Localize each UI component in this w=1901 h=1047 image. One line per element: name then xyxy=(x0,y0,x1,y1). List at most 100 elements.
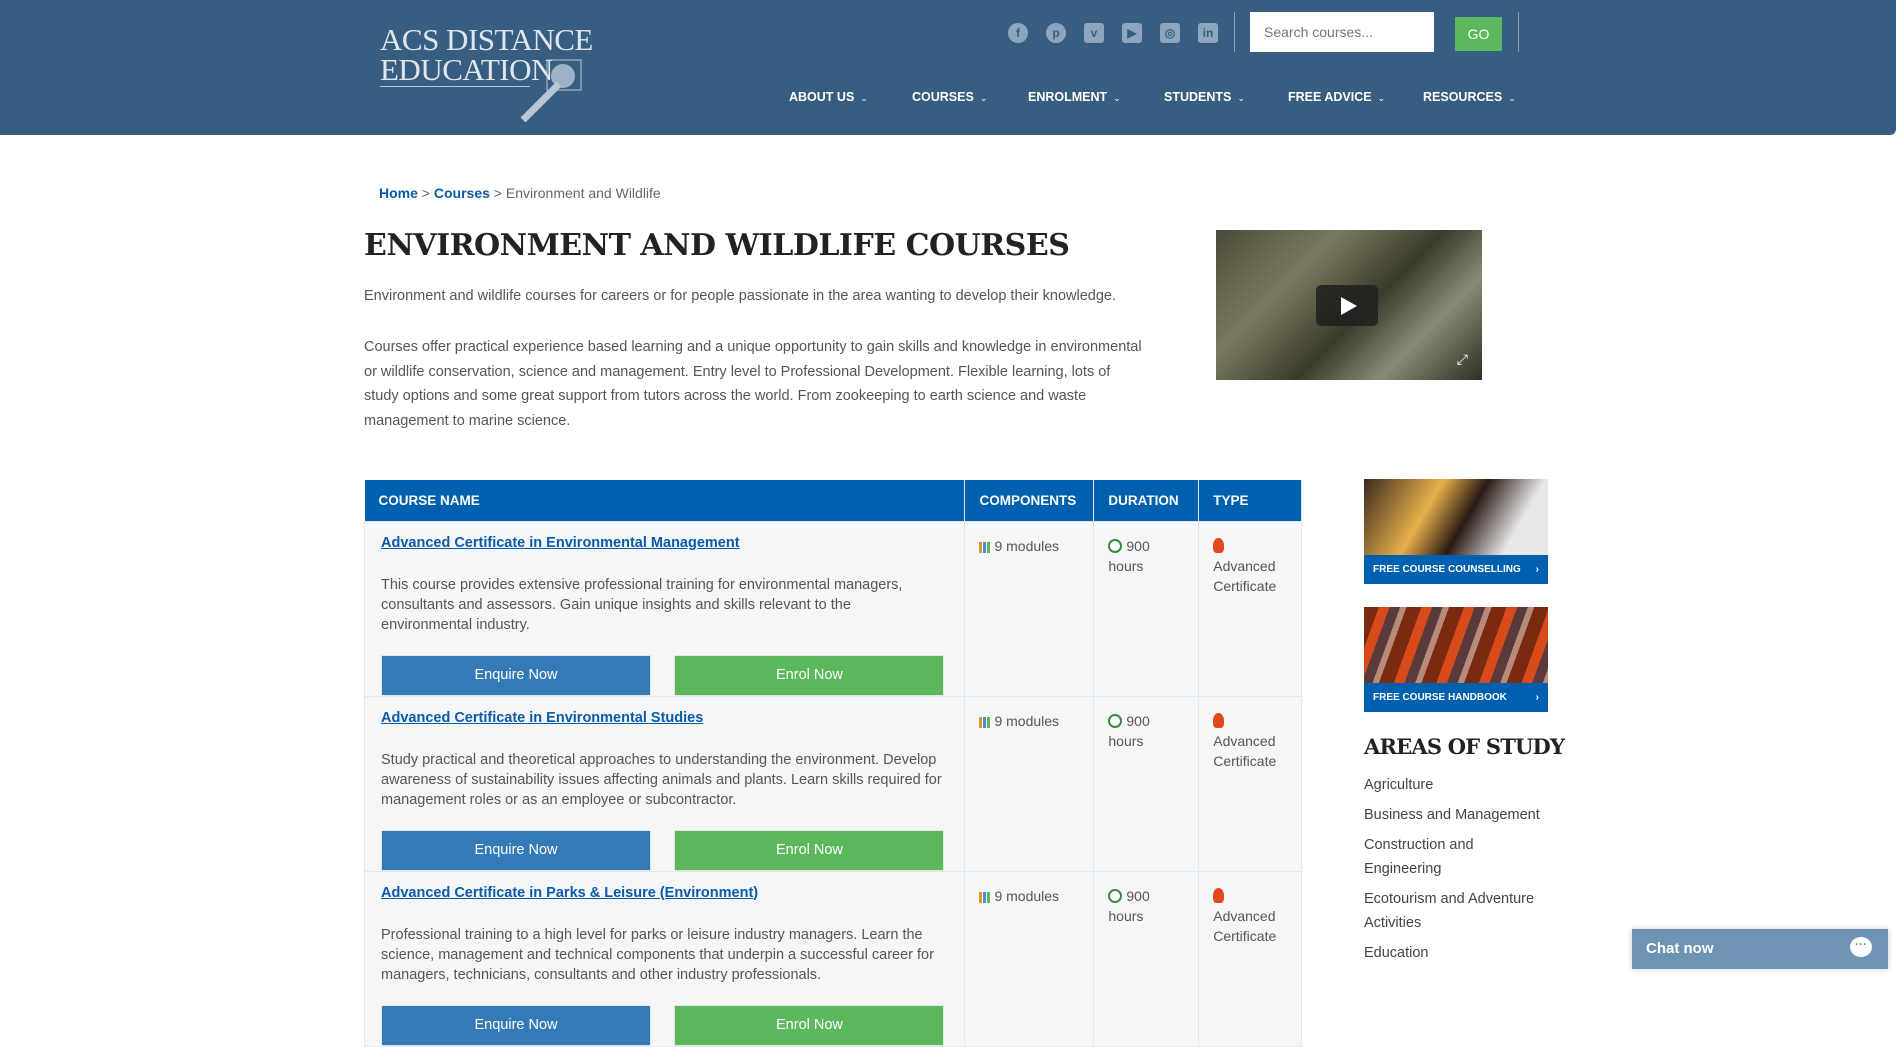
free-handbook-banner[interactable]: FREE COURSE HANDBOOK › xyxy=(1364,607,1548,712)
chat-label: Chat now xyxy=(1646,940,1714,957)
facebook-icon[interactable]: f xyxy=(1008,23,1028,43)
nav-label: STUDENTS xyxy=(1164,90,1232,104)
social-links: f p v ▶ ◎ in xyxy=(1008,23,1218,43)
nav-students[interactable]: STUDENTS ⌄ xyxy=(1164,90,1245,104)
course-cell: Advanced Certificate in Environmental Ma… xyxy=(363,520,966,697)
duration-cell: 900 hours xyxy=(1093,870,1200,1047)
components-cell: 9 modules xyxy=(964,520,1095,697)
free-counselling-banner[interactable]: FREE COURSE COUNSELLING › xyxy=(1364,479,1548,584)
type-value: Advanced Certificate xyxy=(1213,557,1277,594)
award-ribbon-icon xyxy=(1213,537,1225,553)
nav-courses[interactable]: COURSES ⌄ xyxy=(912,90,987,104)
instagram-icon[interactable]: ◎ xyxy=(1160,23,1180,43)
nav-label: RESOURCES xyxy=(1423,90,1503,104)
video-player[interactable]: ⤢ xyxy=(1216,230,1482,380)
modules-icon xyxy=(979,891,991,903)
chevron-down-icon: ⌄ xyxy=(1237,93,1245,103)
nav-label: ABOUT US xyxy=(789,90,855,104)
nav-resources[interactable]: RESOURCES ⌄ xyxy=(1423,90,1516,104)
banner-label: FREE COURSE COUNSELLING xyxy=(1373,564,1521,575)
modules-icon xyxy=(979,541,991,553)
duration-cell: 900 hours xyxy=(1093,695,1200,872)
area-link[interactable]: Construction and Engineering xyxy=(1364,833,1494,881)
search-go-button[interactable]: GO xyxy=(1455,17,1502,51)
body-text: Courses offer practical experience based… xyxy=(364,339,1142,429)
breadcrumb-home[interactable]: Home xyxy=(379,185,418,201)
type-cell: Advanced Certificate xyxy=(1198,520,1302,697)
col-components: COMPONENTS xyxy=(964,480,1095,521)
chevron-down-icon: ⌄ xyxy=(979,93,988,103)
nav-label: COURSES xyxy=(912,90,974,104)
area-link[interactable]: Education xyxy=(1364,941,1554,965)
nav-about-us[interactable]: ABOUT US ⌄ xyxy=(789,90,868,104)
clock-icon xyxy=(1108,888,1123,903)
nav-free-advice[interactable]: FREE ADVICE ⌄ xyxy=(1288,90,1385,104)
enquire-now-button[interactable]: Enquire Now xyxy=(381,654,651,696)
nav-label: FREE ADVICE xyxy=(1288,90,1372,104)
pinterest-icon[interactable]: p xyxy=(1046,23,1066,43)
vimeo-icon[interactable]: v xyxy=(1084,23,1104,43)
clock-icon xyxy=(1108,538,1123,553)
course-description: This course provides extensive professio… xyxy=(381,576,903,633)
areas-of-study-heading: AREAS OF STUDY xyxy=(1364,734,1565,759)
logo-rule xyxy=(380,86,530,87)
enrol-now-button[interactable]: Enrol Now xyxy=(674,654,945,696)
chevron-down-icon: ⌄ xyxy=(860,93,868,103)
type-value: Advanced Certificate xyxy=(1213,907,1277,944)
modules-icon xyxy=(979,716,991,728)
site-logo[interactable]: ACS DISTANCE EDUCATION xyxy=(380,22,600,122)
components-value: 9 modules xyxy=(994,887,1060,904)
chat-widget[interactable]: Chat now ··· xyxy=(1632,929,1888,969)
chevron-right-icon: › xyxy=(1535,692,1539,703)
nav-label: ENROLMENT xyxy=(1028,90,1108,104)
components-cell: 9 modules xyxy=(964,695,1095,872)
breadcrumb-separator: > xyxy=(421,185,430,201)
areas-of-study-list: Agriculture Business and Management Cons… xyxy=(1364,773,1554,971)
linkedin-icon[interactable]: in xyxy=(1198,23,1218,43)
breadcrumb-current: Environment and Wildlife xyxy=(505,185,661,201)
nav-enrolment[interactable]: ENROLMENT ⌄ xyxy=(1028,90,1121,104)
divider xyxy=(1518,12,1519,52)
enquire-now-button[interactable]: Enquire Now xyxy=(381,1004,651,1046)
fullscreen-icon[interactable]: ⤢ xyxy=(1457,351,1468,368)
students-image xyxy=(1364,479,1548,555)
table-row: Advanced Certificate in Parks & Leisure … xyxy=(363,870,1302,1047)
components-cell: 9 modules xyxy=(964,870,1095,1047)
course-cell: Advanced Certificate in Environmental St… xyxy=(363,695,966,872)
type-cell: Advanced Certificate xyxy=(1198,870,1302,1047)
enquire-now-button[interactable]: Enquire Now xyxy=(381,829,651,871)
col-duration: DURATION xyxy=(1093,480,1200,521)
pen-nib-icon xyxy=(520,59,582,122)
play-icon[interactable] xyxy=(1316,285,1378,326)
duration-cell: 900 hours xyxy=(1093,520,1200,697)
page-title: ENVIRONMENT AND WILDLIFE COURSES xyxy=(364,228,1070,263)
divider xyxy=(1234,12,1235,52)
components-value: 9 modules xyxy=(994,537,1060,554)
chevron-right-icon: › xyxy=(1535,564,1539,575)
col-type: TYPE xyxy=(1198,480,1302,521)
chat-bubble-icon: ··· xyxy=(1850,937,1872,957)
components-value: 9 modules xyxy=(994,712,1060,729)
breadcrumb-separator: > xyxy=(493,185,502,201)
course-link[interactable]: Advanced Certificate in Parks & Leisure … xyxy=(381,885,758,901)
area-link[interactable]: Ecotourism and Adventure Activities xyxy=(1364,887,1554,935)
intro-text: Environment and wildlife courses for car… xyxy=(364,288,1117,304)
enrol-now-button[interactable]: Enrol Now xyxy=(674,1004,945,1046)
area-link[interactable]: Agriculture xyxy=(1364,773,1554,797)
col-course-name: COURSE NAME xyxy=(364,480,966,521)
breadcrumb-courses[interactable]: Courses xyxy=(434,185,490,201)
courses-table: COURSE NAME COMPONENTS DURATION TYPE Adv… xyxy=(363,480,1302,1047)
area-link[interactable]: Business and Management xyxy=(1364,803,1554,827)
course-link[interactable]: Advanced Certificate in Environmental St… xyxy=(381,710,703,726)
search-input[interactable] xyxy=(1250,12,1434,52)
youtube-icon[interactable]: ▶ xyxy=(1122,23,1142,43)
chevron-down-icon: ⌄ xyxy=(1377,93,1386,103)
type-value: Advanced Certificate xyxy=(1213,732,1277,769)
course-link[interactable]: Advanced Certificate in Environmental Ma… xyxy=(381,535,740,551)
course-description: Study practical and theoretical approach… xyxy=(381,751,942,808)
banner-label: FREE COURSE HANDBOOK xyxy=(1373,692,1507,703)
enrol-now-button[interactable]: Enrol Now xyxy=(674,829,945,871)
chevron-down-icon: ⌄ xyxy=(1113,93,1121,103)
breadcrumb: Home > Courses > Environment and Wildlif… xyxy=(379,185,661,201)
course-cell: Advanced Certificate in Parks & Leisure … xyxy=(363,870,966,1047)
